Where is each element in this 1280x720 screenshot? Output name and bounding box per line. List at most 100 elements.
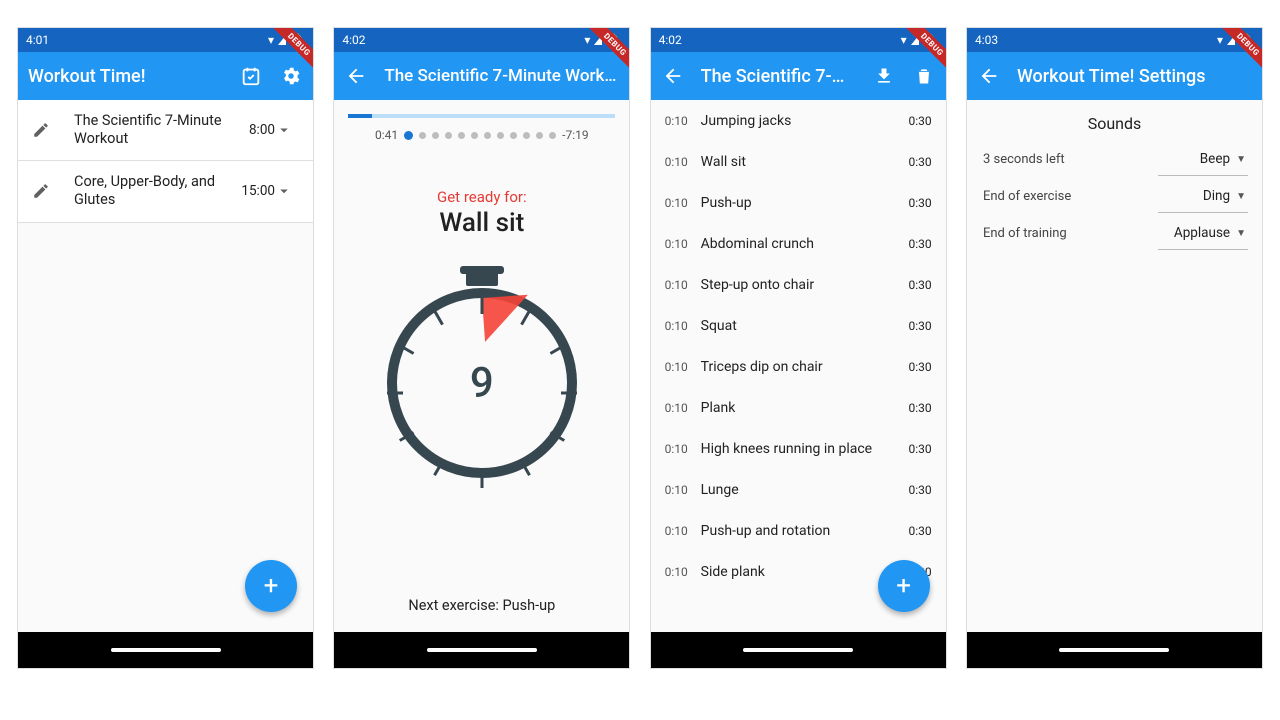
back-icon[interactable] <box>977 64 1001 88</box>
screen-workout-list: DEBUG 4:01 ▾ 🔔 Workout Time! The Scienti… <box>18 28 313 668</box>
settings-icon[interactable] <box>279 64 303 88</box>
exercise-row[interactable]: 0:10Abdominal crunch0:30 <box>651 223 946 264</box>
workout-duration: 15:00 <box>233 183 275 199</box>
rest-duration: 0:10 <box>665 483 701 497</box>
add-workout-button[interactable]: + <box>245 560 297 612</box>
setting-dropdown[interactable]: Beep▼ <box>1200 151 1246 167</box>
exercise-duration: 0:30 <box>896 155 932 169</box>
chevron-down-icon[interactable] <box>275 182 299 200</box>
exercise-duration: 0:30 <box>896 442 932 456</box>
history-icon[interactable] <box>239 64 263 88</box>
page-title: Workout Time! <box>28 66 223 87</box>
clock: 4:02 <box>659 33 682 47</box>
exercise-row[interactable]: 0:10Push-up0:30 <box>651 182 946 223</box>
exercise-row[interactable]: 0:10Squat0:30 <box>651 305 946 346</box>
rest-duration: 0:10 <box>665 319 701 333</box>
back-icon[interactable] <box>661 64 685 88</box>
exercise-duration: 0:30 <box>896 483 932 497</box>
rest-duration: 0:10 <box>665 565 701 579</box>
screen-settings: DEBUG 4:03 ▾ 🔔 Workout Time! Settings So… <box>967 28 1262 668</box>
app-bar: Workout Time! <box>18 52 313 100</box>
rest-duration: 0:10 <box>665 278 701 292</box>
clock: 4:01 <box>26 33 49 47</box>
setting-dropdown[interactable]: Applause▼ <box>1174 225 1246 241</box>
wifi-icon: ▾ <box>268 33 274 47</box>
exercise-row[interactable]: 0:10Triceps dip on chair0:30 <box>651 346 946 387</box>
delete-icon[interactable] <box>912 64 936 88</box>
rest-duration: 0:10 <box>665 196 701 210</box>
exercise-duration: 0:30 <box>896 278 932 292</box>
workout-row[interactable]: The Scientific 7-Minute Workout 8:00 <box>18 100 313 161</box>
wifi-icon: ▾ <box>1217 33 1223 47</box>
exercise-row[interactable]: 0:10Jumping jacks0:30 <box>651 100 946 141</box>
page-title: The Scientific 7-Minu... <box>701 66 856 87</box>
workout-row[interactable]: Core, Upper-Body, and Glutes 15:00 <box>18 161 313 222</box>
exercise-name: Step-up onto chair <box>701 277 896 293</box>
exercise-row[interactable]: 0:10Plank0:30 <box>651 387 946 428</box>
setting-value: Ding <box>1203 188 1230 204</box>
elapsed-time: 0:41 <box>375 128 398 142</box>
status-bar: 4:03 ▾ 🔔 <box>967 28 1262 52</box>
nav-bar <box>967 632 1262 668</box>
workout-name: The Scientific 7-Minute Workout <box>74 112 233 148</box>
rest-duration: 0:10 <box>665 401 701 415</box>
countdown-number: 9 <box>470 359 494 408</box>
exercise-name: Plank <box>701 400 896 416</box>
setting-label: 3 seconds left <box>983 152 1200 167</box>
rest-duration: 0:10 <box>665 114 701 128</box>
rest-duration: 0:10 <box>665 360 701 374</box>
wifi-icon: ▾ <box>901 33 907 47</box>
back-icon[interactable] <box>344 64 368 88</box>
caret-down-icon: ▼ <box>1236 191 1246 202</box>
exercise-row[interactable]: 0:10Lunge0:30 <box>651 469 946 510</box>
screen-timer: DEBUG 4:02 ▾ 🔔 The Scientific 7-Minute W… <box>334 28 629 668</box>
wifi-icon: ▾ <box>584 33 590 47</box>
page-title: Workout Time! Settings <box>1017 66 1252 87</box>
chevron-down-icon[interactable] <box>275 121 299 139</box>
exercise-row[interactable]: 0:10High knees running in place0:30 <box>651 428 946 469</box>
exercise-name: Lunge <box>701 482 896 498</box>
edit-icon[interactable] <box>32 182 56 200</box>
nav-bar <box>18 632 313 668</box>
page-title: The Scientific 7-Minute Workout <box>384 66 619 86</box>
app-bar: The Scientific 7-Minu... <box>651 52 946 100</box>
exercise-row[interactable]: 0:10Step-up onto chair0:30 <box>651 264 946 305</box>
exercise-name: Push-up and rotation <box>701 523 896 539</box>
app-bar: Workout Time! Settings <box>967 52 1262 100</box>
exercise-row[interactable]: 0:10Wall sit0:30 <box>651 141 946 182</box>
current-exercise: Wall sit <box>334 208 629 238</box>
setting-value: Beep <box>1200 151 1230 167</box>
setting-row: End of trainingApplause▼ <box>967 215 1262 251</box>
clock: 4:03 <box>975 33 998 47</box>
setting-row: End of exerciseDing ▼ <box>967 178 1262 214</box>
rest-duration: 0:10 <box>665 524 701 538</box>
exercise-name: Wall sit <box>701 154 896 170</box>
status-bar: 4:01 ▾ 🔔 <box>18 28 313 52</box>
exercise-name: Push-up <box>701 195 896 211</box>
exercise-name: Side plank <box>701 564 896 580</box>
workout-duration: 8:00 <box>233 122 275 138</box>
exercise-name: Abdominal crunch <box>701 236 896 252</box>
edit-icon[interactable] <box>32 121 56 139</box>
step-indicator: 0:41 -7:19 <box>334 122 629 144</box>
status-bar: 4:02 ▾ 🔔 <box>334 28 629 52</box>
exercise-name: Squat <box>701 318 896 334</box>
stopwatch-icon[interactable]: 9 <box>334 288 629 478</box>
exercise-duration: 0:30 <box>896 196 932 210</box>
rest-duration: 0:10 <box>665 442 701 456</box>
screen-exercise-list: DEBUG 4:02 ▾ 🔔 The Scientific 7-Minu... … <box>651 28 946 668</box>
ready-label: Get ready for: <box>334 188 629 206</box>
exercise-duration: 0:30 <box>896 524 932 538</box>
caret-down-icon: ▼ <box>1236 228 1246 239</box>
exercise-duration: 0:30 <box>896 319 932 333</box>
remaining-time: -7:19 <box>562 128 588 142</box>
download-icon[interactable] <box>872 64 896 88</box>
exercise-duration: 0:30 <box>896 114 932 128</box>
settings-section-title: Sounds <box>967 100 1262 141</box>
rest-duration: 0:10 <box>665 237 701 251</box>
setting-label: End of exercise <box>983 189 1203 204</box>
setting-dropdown[interactable]: Ding ▼ <box>1203 188 1246 204</box>
add-exercise-button[interactable]: + <box>878 560 930 612</box>
exercise-row[interactable]: 0:10Push-up and rotation0:30 <box>651 510 946 551</box>
exercise-name: Jumping jacks <box>701 113 896 129</box>
